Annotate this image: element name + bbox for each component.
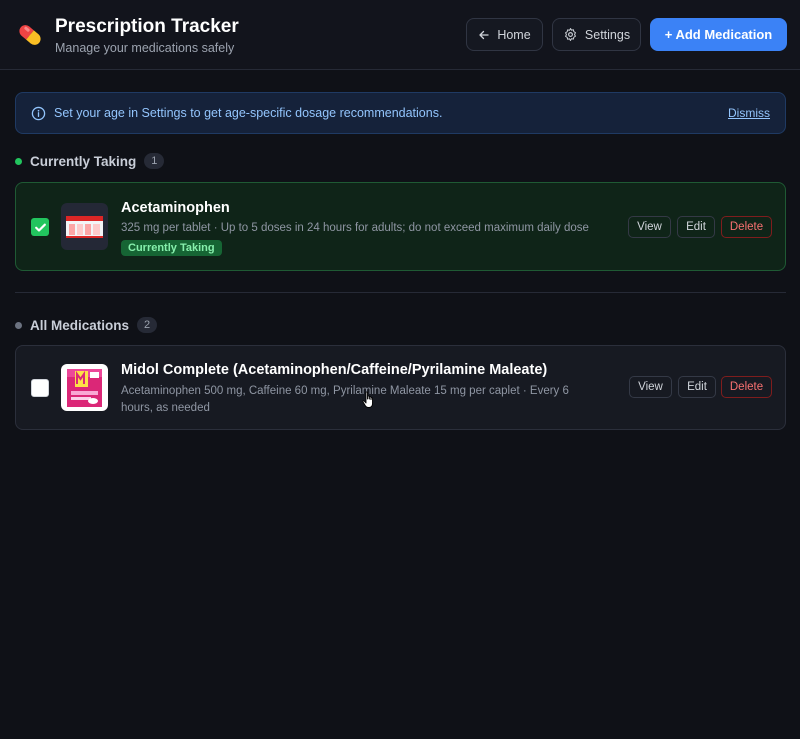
currently-taking-header: Currently Taking 1 (15, 153, 165, 169)
medication-description-line-1: Acetaminophen 500 mg, Caffeine 60 mg, Py… (121, 385, 569, 397)
medication-name: Acetaminophen (121, 200, 230, 216)
pill-icon (19, 25, 41, 45)
medication-checkbox[interactable] (31, 379, 49, 397)
app-title: Prescription Tracker (55, 16, 239, 37)
section-title: Currently Taking (30, 153, 137, 169)
check-icon (34, 223, 46, 232)
section-divider (15, 292, 786, 293)
add-medication-button[interactable]: + Add Medication (650, 18, 787, 51)
home-button[interactable]: Home (466, 18, 543, 51)
currently-taking-badge: Currently Taking (121, 240, 222, 256)
count-badge: 1 (144, 153, 165, 169)
section-title: All Medications (30, 317, 130, 333)
app-subtitle: Manage your medications safely (55, 41, 235, 55)
edit-button[interactable]: Edit (678, 376, 716, 398)
app-header: Prescription Tracker Manage your medicat… (0, 0, 800, 70)
medication-checkbox[interactable] (31, 218, 49, 236)
view-button[interactable]: View (628, 216, 671, 238)
age-info-banner: Set your age in Settings to get age-spec… (15, 92, 786, 134)
medication-card: Acetaminophen 325 mg per tablet · Up to … (15, 182, 786, 271)
arrow-left-icon (479, 30, 489, 39)
medication-card: Midol Complete (Acetaminophen/Caffeine/P… (15, 345, 786, 430)
delete-button[interactable]: Delete (721, 376, 772, 398)
medication-description: 325 mg per tablet · Up to 5 doses in 24 … (121, 222, 589, 234)
info-icon (31, 106, 46, 121)
settings-button-label: Settings (584, 27, 631, 42)
status-dot (15, 321, 22, 329)
medication-name: Midol Complete (Acetaminophen/Caffeine/P… (121, 362, 548, 378)
medication-image (61, 203, 108, 250)
delete-button[interactable]: Delete (721, 216, 772, 238)
home-button-label: Home (497, 27, 531, 42)
count-badge: 2 (137, 317, 158, 333)
medication-image (61, 364, 108, 411)
gear-icon (564, 28, 576, 41)
all-medications-header: All Medications 2 (15, 317, 158, 333)
hand-cursor-icon (362, 391, 373, 408)
edit-button[interactable]: Edit (677, 216, 715, 238)
status-dot (15, 157, 22, 165)
settings-button[interactable]: Settings (552, 18, 641, 51)
medication-description-line-2: hours, as needed (121, 402, 210, 414)
dismiss-link[interactable]: Dismiss (728, 106, 770, 120)
view-button[interactable]: View (629, 376, 672, 398)
banner-text: Set your age in Settings to get age-spec… (54, 106, 443, 120)
